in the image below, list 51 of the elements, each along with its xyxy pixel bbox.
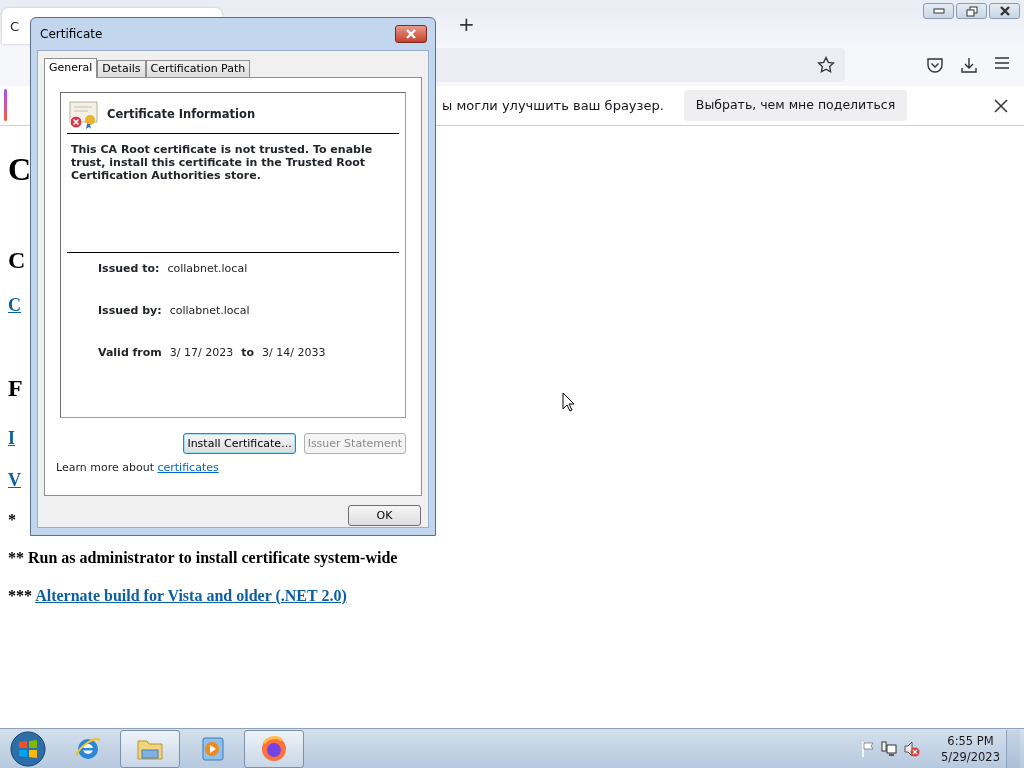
page-subheading: C: [8, 247, 26, 273]
page-link[interactable]: C: [8, 295, 21, 315]
download-link[interactable]: Alternate build for Vista and older (.NET 2.0): [35, 587, 347, 604]
certificates-link[interactable]: certificates: [157, 461, 219, 474]
page-link[interactable]: V: [8, 470, 21, 490]
clock-date[interactable]: 5/29/2023: [941, 748, 1000, 765]
ok-button[interactable]: OK: [348, 505, 421, 526]
firefox-icon[interactable]: [259, 733, 289, 764]
trust-message: This CA Root certificate is not trusted. To enable trust, install this certificate in the Trusted Root Certification Authorities store.: [71, 143, 374, 184]
section-heading: Certificate Information: [107, 106, 256, 124]
close-icon: [405, 29, 417, 39]
restore-icon: [965, 5, 978, 17]
field-label: to: [241, 345, 255, 361]
field-label: Valid from: [98, 345, 162, 361]
new-tab-button[interactable]: +: [458, 14, 475, 34]
close-button[interactable]: [989, 3, 1020, 19]
network-icon[interactable]: [881, 740, 898, 757]
field-value: 3/ 14/ 2033: [262, 345, 326, 361]
field-value: collabnet.local: [169, 303, 250, 319]
page-subheading: F: [8, 375, 23, 401]
clock-time[interactable]: 6:55 PM: [941, 732, 1000, 749]
dialog-tab[interactable]: Certification Path: [145, 60, 251, 77]
pocket-icon[interactable]: [926, 56, 944, 74]
field-value: 3/ 17/ 2023: [169, 345, 234, 361]
share-choice-button[interactable]: Выбрать, чем мне поделиться: [683, 90, 908, 121]
download-icon[interactable]: [960, 56, 978, 74]
close-icon: [998, 6, 1011, 16]
learn-more-text: Learn more about: [56, 461, 154, 474]
restore-button[interactable]: [956, 3, 987, 19]
minimize-icon: [932, 8, 945, 14]
muted-speaker-icon[interactable]: [903, 740, 922, 757]
dialog-title: Certificate: [40, 26, 103, 43]
certificate-error-icon: [67, 101, 99, 129]
close-button[interactable]: [395, 25, 427, 43]
field-value: collabnet.local: [167, 261, 248, 277]
field-label: Issued to:: [98, 261, 160, 277]
page-text: *: [8, 511, 16, 528]
start-button[interactable]: [10, 730, 46, 767]
menu-icon[interactable]: [994, 56, 1010, 70]
page-link[interactable]: I: [8, 428, 15, 448]
notification-message: ы могли улучшить ваш браузер.: [442, 96, 664, 115]
dialog-tab[interactable]: General: [44, 58, 98, 78]
page-heading: C: [8, 151, 32, 187]
note-marker: ***: [8, 587, 32, 604]
page-text: ** Run as administrator to install certificate system-wide: [8, 549, 398, 566]
cursor-icon: [562, 392, 574, 412]
install-certificate-button[interactable]: Install Certificate...: [183, 433, 296, 454]
star-icon[interactable]: [817, 56, 835, 74]
field-label: Issued by:: [98, 303, 162, 319]
minimize-button[interactable]: [923, 3, 954, 19]
dialog-tab[interactable]: Details: [97, 60, 146, 77]
